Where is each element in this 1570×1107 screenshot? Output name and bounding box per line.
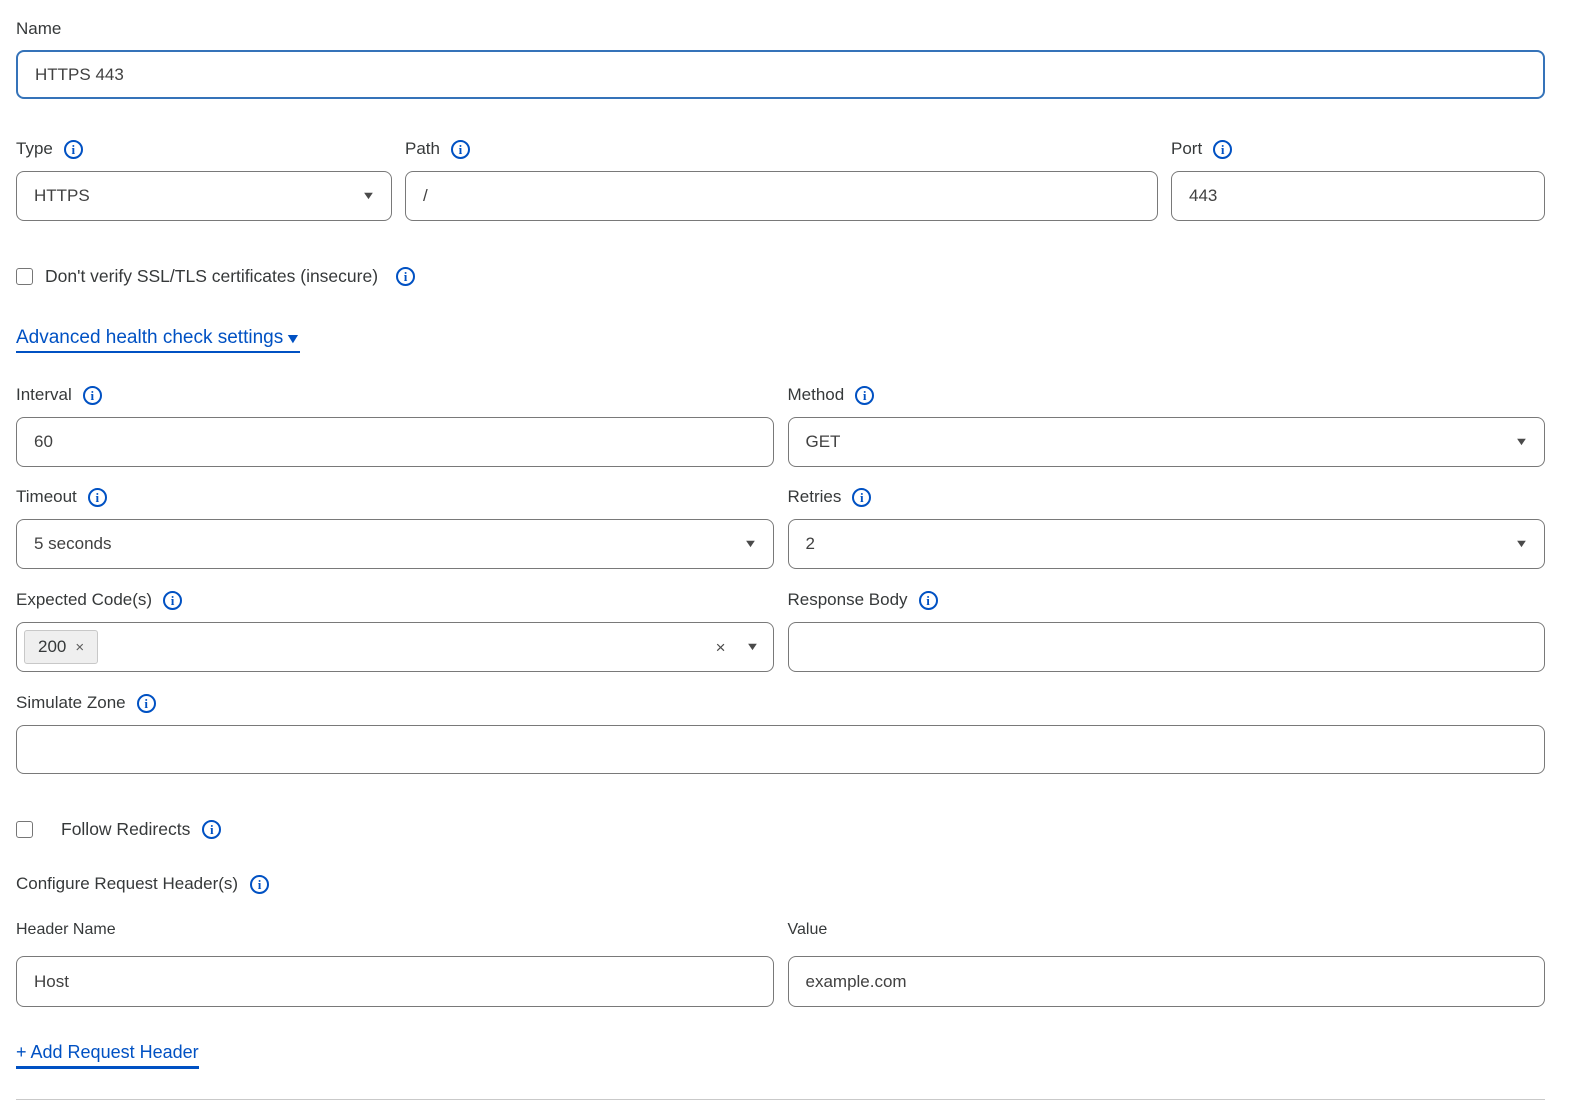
timeout-field-group: Timeout i 5 seconds ▼: [16, 486, 774, 569]
response-body-info-icon[interactable]: i: [919, 591, 938, 610]
simulate-zone-label: Simulate Zone: [16, 692, 126, 714]
interval-input[interactable]: [16, 417, 774, 467]
caret-down-icon: ▼: [285, 330, 302, 346]
request-header-row: Header Name Value: [16, 921, 1545, 1007]
expected-codes-label: Expected Code(s): [16, 589, 152, 611]
chevron-down-icon[interactable]: ▼: [745, 642, 760, 653]
port-label: Port: [1171, 138, 1202, 160]
advanced-link-row: Advanced health check settings ▼: [16, 287, 1545, 353]
request-headers-info-icon[interactable]: i: [250, 875, 269, 894]
chevron-down-icon: ▼: [1514, 539, 1529, 550]
follow-redirects-row: Follow Redirects i: [16, 819, 1545, 840]
response-body-label-row: Response Body i: [788, 589, 1546, 611]
timeout-label: Timeout: [16, 486, 77, 508]
name-input[interactable]: [16, 50, 1545, 99]
chevron-down-icon: ▼: [743, 539, 758, 550]
expected-codes-multiselect[interactable]: 200 × × ▼: [16, 622, 774, 672]
timeout-label-row: Timeout i: [16, 486, 774, 508]
method-info-icon[interactable]: i: [855, 386, 874, 405]
ssl-verify-checkbox[interactable]: [16, 268, 33, 285]
expected-codes-field-group: Expected Code(s) i 200 × × ▼: [16, 589, 774, 672]
response-body-field-group: Response Body i: [788, 589, 1546, 672]
ssl-verify-checkbox-row: Don't verify SSL/TLS certificates (insec…: [16, 266, 1545, 287]
retries-label: Retries: [788, 486, 842, 508]
ssl-verify-info-icon[interactable]: i: [396, 267, 415, 286]
chevron-down-icon: ▼: [1514, 437, 1529, 448]
path-input[interactable]: [405, 171, 1158, 221]
expected-code-tag-value: 200: [38, 637, 66, 657]
type-label: Type: [16, 138, 53, 160]
retries-select-value: 2: [806, 534, 815, 554]
simulate-zone-label-row: Simulate Zone i: [16, 692, 1545, 714]
type-info-icon[interactable]: i: [64, 140, 83, 159]
method-label: Method: [788, 384, 845, 406]
clear-all-icon[interactable]: ×: [716, 639, 726, 656]
follow-redirects-label: Follow Redirects: [61, 819, 190, 840]
interval-label: Interval: [16, 384, 72, 406]
type-label-row: Type i: [16, 138, 392, 160]
add-request-header-link[interactable]: + Add Request Header: [16, 1042, 199, 1069]
timeout-select[interactable]: 5 seconds ▼: [16, 519, 774, 569]
retries-field-group: Retries i 2 ▼: [788, 486, 1546, 569]
header-name-column-label: Header Name: [16, 921, 774, 939]
response-body-label: Response Body: [788, 589, 908, 611]
advanced-settings-link[interactable]: Advanced health check settings ▼: [16, 327, 300, 353]
path-label-row: Path i: [405, 138, 1158, 160]
simulate-zone-field-group: Simulate Zone i: [16, 692, 1545, 774]
type-select-value: HTTPS: [34, 186, 90, 206]
port-info-icon[interactable]: i: [1213, 140, 1232, 159]
multiselect-controls: × ▼: [716, 639, 758, 656]
port-field-group: Port i: [1171, 138, 1545, 221]
ssl-verify-checkbox-label: Don't verify SSL/TLS certificates (insec…: [45, 266, 378, 287]
port-input[interactable]: [1171, 171, 1545, 221]
header-value-field-group: Value: [788, 921, 1546, 1007]
expected-codes-info-icon[interactable]: i: [163, 591, 182, 610]
follow-redirects-info-icon[interactable]: i: [202, 820, 221, 839]
retries-select[interactable]: 2 ▼: [788, 519, 1546, 569]
method-field-group: Method i GET ▼: [788, 384, 1546, 467]
name-field-group: Name: [16, 18, 1545, 99]
method-select[interactable]: GET ▼: [788, 417, 1546, 467]
health-check-form: Name Type i HTTPS ▼ Path i Port i: [0, 0, 1570, 1107]
simulate-zone-info-icon[interactable]: i: [137, 694, 156, 713]
timeout-select-value: 5 seconds: [34, 534, 112, 554]
retries-info-icon[interactable]: i: [852, 488, 871, 507]
header-name-input[interactable]: [16, 956, 774, 1007]
type-path-port-row: Type i HTTPS ▼ Path i Port i: [16, 138, 1545, 221]
follow-redirects-checkbox[interactable]: [16, 821, 33, 838]
retries-label-row: Retries i: [788, 486, 1546, 508]
header-name-field-group: Header Name: [16, 921, 774, 1007]
expected-codes-label-row: Expected Code(s) i: [16, 589, 774, 611]
path-field-group: Path i: [405, 138, 1158, 221]
port-label-row: Port i: [1171, 138, 1545, 160]
simulate-zone-input[interactable]: [16, 725, 1545, 774]
timeout-retries-row: Timeout i 5 seconds ▼ Retries i 2 ▼: [16, 486, 1545, 569]
interval-method-row: Interval i Method i GET ▼: [16, 384, 1545, 467]
name-label: Name: [16, 18, 61, 40]
request-headers-section-title: Configure Request Header(s) i: [16, 874, 1545, 894]
path-info-icon[interactable]: i: [451, 140, 470, 159]
type-field-group: Type i HTTPS ▼: [16, 138, 392, 221]
method-label-row: Method i: [788, 384, 1546, 406]
interval-field-group: Interval i: [16, 384, 774, 467]
codes-body-row: Expected Code(s) i 200 × × ▼ Response Bo…: [16, 589, 1545, 672]
header-value-column-label: Value: [788, 921, 1546, 939]
section-divider: [16, 1099, 1545, 1100]
method-select-value: GET: [806, 432, 841, 452]
add-header-row: + Add Request Header: [16, 1007, 1545, 1069]
remove-tag-icon[interactable]: ×: [75, 640, 84, 655]
type-select[interactable]: HTTPS ▼: [16, 171, 392, 221]
header-value-input[interactable]: [788, 956, 1546, 1007]
expected-code-tag: 200 ×: [24, 630, 98, 664]
timeout-info-icon[interactable]: i: [88, 488, 107, 507]
name-label-row: Name: [16, 18, 1545, 40]
interval-info-icon[interactable]: i: [83, 386, 102, 405]
advanced-settings-link-label: Advanced health check settings: [16, 327, 283, 349]
path-label: Path: [405, 138, 440, 160]
interval-label-row: Interval i: [16, 384, 774, 406]
response-body-input[interactable]: [788, 622, 1546, 672]
follow-redirects-label-wrap: Follow Redirects i: [61, 819, 221, 840]
chevron-down-icon: ▼: [361, 191, 376, 202]
request-headers-title-label: Configure Request Header(s): [16, 874, 238, 894]
